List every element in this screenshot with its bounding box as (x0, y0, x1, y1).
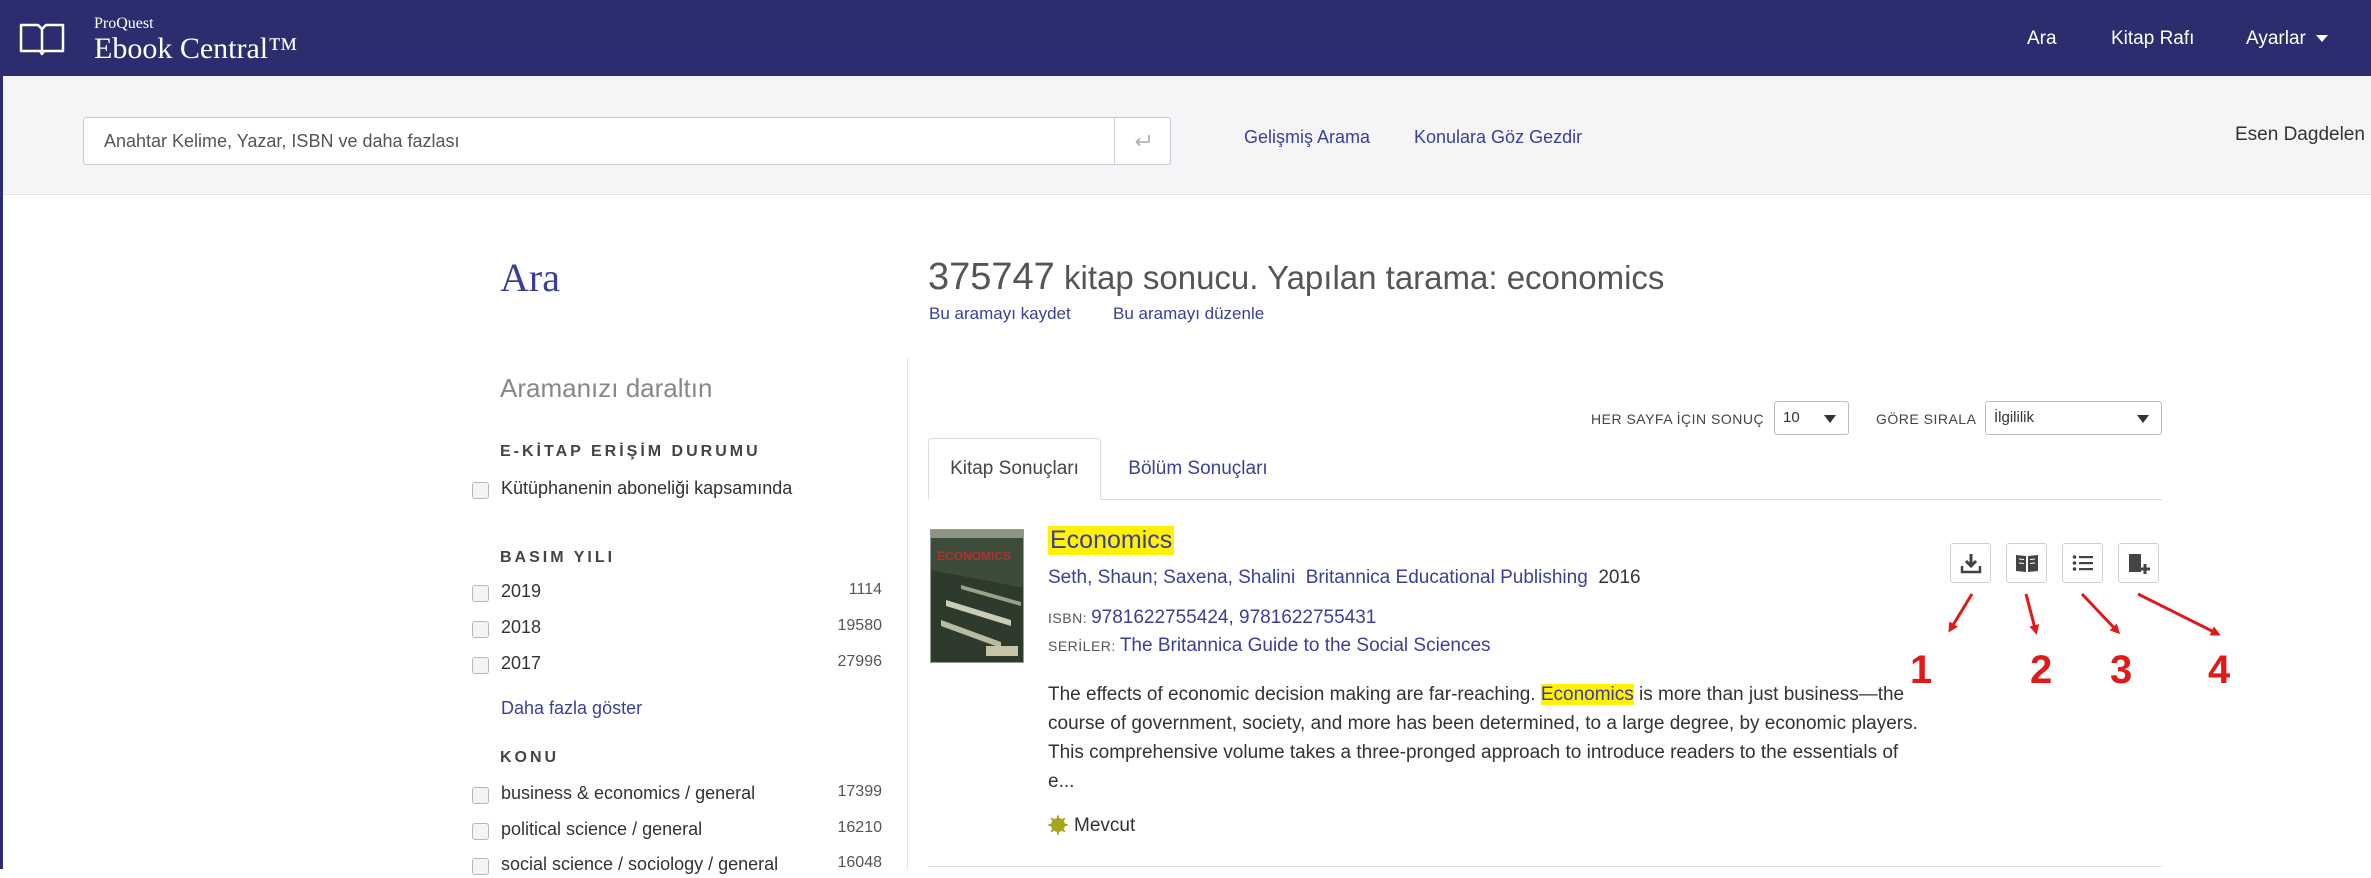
annotation-number: 3 (2110, 648, 2133, 692)
facet-count: 19580 (837, 617, 883, 634)
facet-item-subject[interactable]: business & economics / general 17399 (472, 783, 882, 807)
add-to-shelf-icon (2128, 554, 2150, 574)
chevron-down-icon (2315, 35, 2328, 43)
facet-count: 27996 (837, 653, 883, 670)
available-badge-icon (1048, 815, 1068, 835)
user-name[interactable]: Esen Dagdelen (2235, 124, 2365, 146)
top-navbar: ProQuest Ebook Central™ Ara Kitap Rafı A… (3, 0, 2371, 76)
sort-value: İlgililik (1994, 409, 2035, 426)
book-isbn: ISBN: 9781622755424, 9781622755431 (1048, 607, 1376, 629)
desc-highlight: Economics (1540, 684, 1634, 705)
facet-count: 16048 (837, 854, 883, 871)
per-page-label: HER SAYFA İÇIN SONUÇ (1591, 411, 1765, 427)
tab-book-results[interactable]: Kitap Sonuçları (928, 438, 1101, 500)
results-count-number: 375747 (928, 256, 1055, 298)
facet-item-year-2018[interactable]: 2018 19580 (472, 617, 882, 641)
facet-label: Kütüphanenin aboneliği kapsamında (501, 478, 793, 498)
results-count-text: kitap sonucu. Yapılan tarama: economics (1063, 259, 1665, 296)
search-submit-button[interactable] (1115, 118, 1171, 164)
chevron-down-icon (2137, 415, 2149, 423)
facet-item-subject[interactable]: political science / general 16210 (472, 819, 882, 843)
refine-search-title: Aramanızı daraltın (500, 373, 713, 403)
facet-checkbox[interactable] (472, 482, 489, 499)
download-button[interactable] (1950, 543, 1991, 583)
facet-heading-access: E-KİTAP ERİŞİM DURUMU (500, 443, 761, 460)
browse-subjects-link[interactable]: Konulara Göz Gezdir (1414, 127, 1582, 148)
facet-checkbox[interactable] (472, 787, 489, 804)
nav-search-link[interactable]: Ara (2027, 28, 2057, 50)
book-cover-title: ECONOMICS (937, 549, 1011, 563)
save-search-link[interactable]: Bu aramayı kaydet (929, 304, 1071, 324)
book-cover[interactable]: ECONOMICS (930, 529, 1024, 663)
facet-count: 1114 (848, 581, 882, 598)
publication-year: 2016 (1598, 567, 1641, 588)
advanced-search-link[interactable]: Gelişmiş Arama (1244, 127, 1370, 148)
facet-checkbox[interactable] (472, 858, 489, 875)
tab-chapter-results[interactable]: Bölüm Sonuçları (1113, 438, 1283, 500)
annotation-number: 1 (1910, 648, 1933, 692)
edit-search-link[interactable]: Bu aramayı düzenle (1113, 304, 1264, 324)
facet-label: 2017 (501, 653, 542, 673)
facet-heading-year: BASIM YILI (500, 549, 616, 566)
book-cover-image: ECONOMICS (931, 530, 1023, 662)
facet-item-subject[interactable]: social science / sociology / general 160… (472, 854, 882, 878)
facet-label: business & economics / general (501, 783, 756, 803)
chevron-down-icon (1824, 415, 1836, 423)
availability-status: Mevcut (1048, 815, 1135, 837)
brand-proquest: ProQuest (94, 15, 154, 32)
sort-select[interactable]: İlgililik (1985, 401, 2162, 435)
read-online-button[interactable] (2006, 543, 2047, 583)
annotation-number: 4 (2208, 648, 2231, 692)
annotation-number: 2 (2030, 648, 2053, 692)
facet-label: 2018 (501, 617, 542, 637)
isbn-values[interactable]: 9781622755424, 9781622755431 (1091, 607, 1376, 628)
isbn-label: ISBN: (1048, 610, 1088, 626)
per-page-value: 10 (1783, 409, 1800, 426)
list-icon (2072, 555, 2093, 571)
add-to-bookshelf-button[interactable] (2118, 543, 2159, 583)
open-book-icon (19, 23, 65, 56)
publisher-link[interactable]: Britannica Educational Publishing (1306, 567, 1588, 588)
book-description: The effects of economic decision making … (1048, 680, 1928, 796)
search-box (83, 117, 1171, 165)
facet-checkbox[interactable] (472, 823, 489, 840)
enter-return-icon (1135, 135, 1150, 147)
facet-label: social science / sociology / general (501, 854, 779, 874)
nav-settings-label: Ayarlar (2246, 28, 2306, 49)
series-label: SERİLER: (1048, 638, 1116, 654)
series-link[interactable]: The Britannica Guide to the Social Scien… (1120, 635, 1491, 656)
facet-label: political science / general (501, 819, 703, 839)
page-title: Ara (500, 255, 560, 300)
facet-checkbox[interactable] (472, 621, 489, 638)
facet-checkbox[interactable] (472, 585, 489, 602)
table-of-contents-button[interactable] (2062, 543, 2103, 583)
open-book-icon (2015, 555, 2038, 572)
desc-part: The effects of economic decision making … (1048, 684, 1541, 705)
facet-heading-subject: KONU (500, 749, 560, 766)
download-icon (1960, 554, 1981, 574)
facet-checkbox[interactable] (472, 657, 489, 674)
author-links[interactable]: Seth, Shaun; Saxena, Shalini (1048, 567, 1295, 588)
nav-settings-menu[interactable]: Ayarlar (2246, 28, 2328, 50)
brand-ebook-central[interactable]: Ebook Central™ (94, 33, 298, 65)
column-divider (907, 358, 908, 869)
facet-label: 2019 (501, 581, 542, 601)
facet-count: 16210 (837, 819, 883, 836)
facet-item-year-2017[interactable]: 2017 27996 (472, 653, 882, 677)
availability-label: Mevcut (1074, 815, 1136, 836)
search-input[interactable] (84, 118, 1114, 164)
sort-label: GÖRE SIRALA (1876, 411, 1977, 427)
facet-item-year-2019[interactable]: 2019 1114 (472, 581, 882, 605)
result-separator (928, 866, 2162, 867)
book-title-link[interactable]: Economics (1048, 526, 1175, 555)
annotation-arrows (1948, 592, 2221, 636)
book-authors: Seth, Shaun; Saxena, Shalini Britannica … (1048, 567, 1641, 589)
facet-item-access[interactable]: Kütüphanenin aboneliği kapsamında (472, 478, 882, 502)
results-count: 375747 kitap sonucu. Yapılan tarama: eco… (928, 256, 1664, 299)
show-more-link[interactable]: Daha fazla göster (501, 698, 642, 719)
per-page-select[interactable]: 10 (1774, 401, 1849, 435)
book-series: SERİLER: The Britannica Guide to the Soci… (1048, 635, 1491, 657)
facet-count: 17399 (837, 783, 883, 800)
nav-bookshelf-link[interactable]: Kitap Rafı (2111, 28, 2194, 50)
